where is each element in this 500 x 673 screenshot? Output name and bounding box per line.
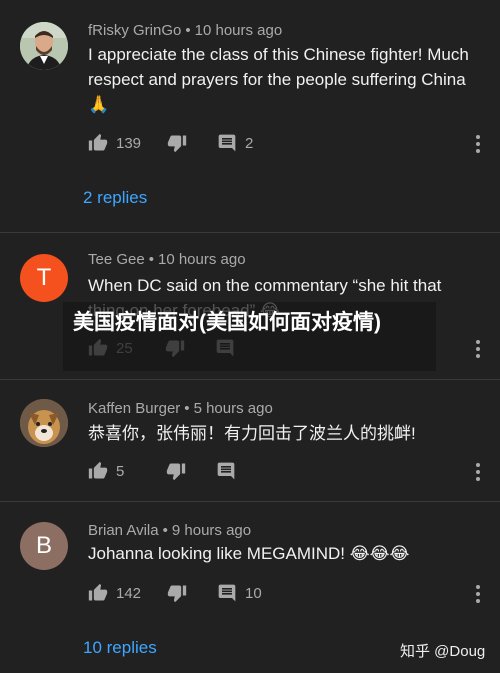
like-count: 139 bbox=[116, 134, 142, 152]
reply-button[interactable]: 2 bbox=[217, 133, 253, 153]
avatar-photo bbox=[20, 22, 68, 70]
title-overlay-banner: 美国疫情面对(美国如何面对疫情) bbox=[63, 302, 436, 371]
like-button[interactable]: 139 bbox=[88, 133, 141, 153]
more-vert-icon bbox=[476, 135, 480, 153]
dislike-button[interactable] bbox=[167, 583, 187, 603]
dislike-button[interactable] bbox=[167, 133, 187, 153]
comment-author[interactable]: Brian Avila bbox=[88, 522, 159, 539]
reply-button[interactable]: 10 bbox=[217, 583, 262, 603]
avatar[interactable]: B bbox=[20, 522, 68, 570]
comment-meta: Tee Gee • 10 hours ago bbox=[88, 251, 246, 268]
reply-icon bbox=[218, 462, 235, 480]
meta-separator: • bbox=[148, 251, 154, 268]
thumb-up-icon bbox=[88, 583, 108, 601]
comment-meta: Brian Avila • 9 hours ago bbox=[88, 522, 251, 539]
avatar[interactable] bbox=[20, 399, 68, 447]
like-count: 5 bbox=[116, 462, 125, 480]
comment-time[interactable]: 9 hours ago bbox=[172, 522, 251, 539]
thumb-down-icon bbox=[167, 463, 186, 481]
comment-author[interactable]: Tee Gee bbox=[88, 251, 145, 268]
comment-item: fRisky GrinGo • 10 hours ago I appreciate … bbox=[0, 0, 500, 232]
view-replies-link[interactable]: 10 replies bbox=[83, 638, 157, 658]
comment-time[interactable]: 10 hours ago bbox=[158, 251, 246, 268]
thumb-down-icon bbox=[167, 585, 187, 603]
comment-text: Johanna looking like MEGAMIND! 😂😂😂 bbox=[88, 544, 410, 563]
avatar[interactable] bbox=[20, 22, 68, 70]
overlay-title: 美国疫情面对(美国如何面对疫情) bbox=[73, 311, 381, 334]
like-count: 142 bbox=[116, 584, 142, 602]
reply-button[interactable] bbox=[216, 461, 236, 481]
comment-text: 恭喜你，张伟丽！有力回击了波兰人的挑衅! bbox=[88, 424, 416, 443]
comment-actions: 142 10 bbox=[88, 581, 262, 605]
comment-actions: 5 bbox=[88, 459, 236, 483]
comment-text: I appreciate the class of this Chinese f… bbox=[88, 45, 469, 114]
reply-icon bbox=[218, 134, 236, 152]
more-vert-icon bbox=[476, 463, 480, 481]
avatar-photo bbox=[20, 399, 68, 447]
comment-time[interactable]: 10 hours ago bbox=[195, 22, 283, 39]
more-vert-icon bbox=[476, 340, 480, 358]
comment-author[interactable]: fRisky GrinGo bbox=[88, 22, 181, 39]
thumb-up-icon bbox=[88, 461, 108, 479]
comment-meta: fRisky GrinGo • 10 hours ago bbox=[88, 22, 282, 39]
meta-separator: • bbox=[185, 22, 191, 39]
avatar-letter: T bbox=[36, 264, 52, 291]
comment-item: Kaffen Burger • 5 hours ago 恭喜你，张伟丽！有力回击了波… bbox=[0, 380, 500, 500]
like-button[interactable]: 142 bbox=[88, 583, 141, 603]
reply-icon bbox=[218, 584, 236, 602]
meta-separator: • bbox=[162, 522, 168, 539]
watermark: 知乎 @Doug bbox=[400, 643, 486, 660]
dislike-button[interactable] bbox=[166, 461, 186, 481]
more-options-button[interactable] bbox=[468, 582, 488, 606]
comment-time[interactable]: 5 hours ago bbox=[194, 400, 273, 417]
reply-count: 2 bbox=[245, 134, 254, 152]
like-button[interactable]: 5 bbox=[88, 461, 124, 481]
more-options-button[interactable] bbox=[468, 460, 488, 484]
more-options-button[interactable] bbox=[468, 132, 488, 156]
avatar-letter: B bbox=[35, 532, 52, 559]
reply-count: 10 bbox=[245, 584, 262, 602]
avatar[interactable]: T bbox=[20, 254, 68, 302]
view-replies-link[interactable]: 2 replies bbox=[83, 188, 147, 208]
thumb-down-icon bbox=[167, 135, 187, 153]
comment-actions: 139 2 bbox=[88, 131, 253, 155]
comment-meta: Kaffen Burger • 5 hours ago bbox=[88, 400, 273, 417]
comment-author[interactable]: Kaffen Burger bbox=[88, 400, 180, 417]
meta-separator: • bbox=[184, 400, 190, 417]
thumb-up-icon bbox=[88, 133, 108, 151]
more-vert-icon bbox=[476, 585, 480, 603]
more-options-button[interactable] bbox=[468, 337, 488, 361]
